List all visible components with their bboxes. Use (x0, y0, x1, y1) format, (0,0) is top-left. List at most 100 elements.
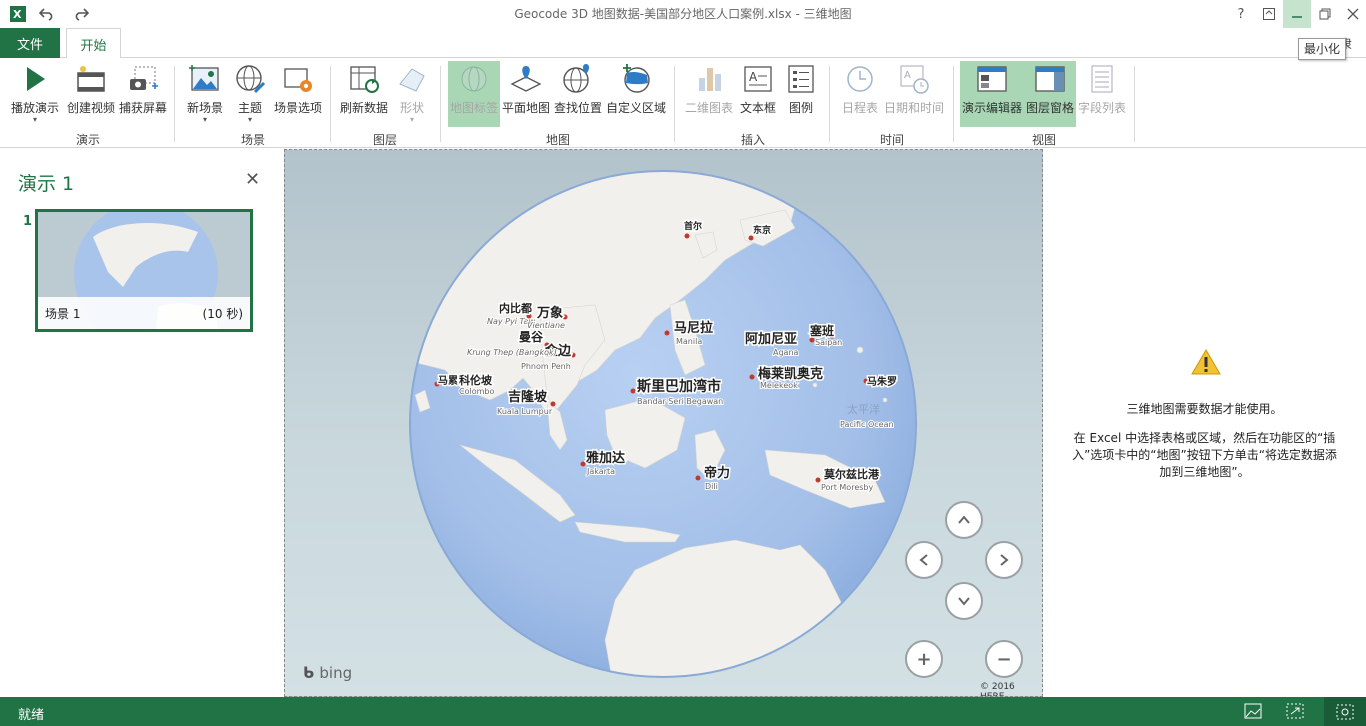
group-separator (1134, 66, 1135, 142)
tour-title: 演示 1 (18, 173, 75, 195)
capture-screen-label: 捕获屏幕 (118, 101, 167, 115)
map-label-en: Colombo (459, 387, 494, 396)
legend-button[interactable]: 图例 (781, 62, 821, 128)
find-location-button[interactable]: 查找位置 (552, 62, 604, 128)
redo-icon[interactable] (71, 4, 91, 24)
group-separator (330, 66, 331, 142)
scene-thumbnail[interactable]: 场景 1 (10 秒) (35, 209, 253, 332)
map-label-en: Saipan (815, 338, 842, 347)
group-separator (829, 66, 830, 142)
map-label-en: Vientiane (527, 321, 565, 330)
map-label: 吉隆坡 (508, 389, 548, 405)
pan-down-button[interactable] (945, 582, 983, 620)
tour-editor-button[interactable]: 演示编辑器 (960, 62, 1024, 128)
layer-pane-button[interactable]: 图层窗格 (1024, 62, 1076, 128)
map-label: 科伦坡 (459, 373, 493, 387)
dropdown-arrow-icon: ▾ (409, 115, 414, 124)
tab-home[interactable]: 开始 (66, 28, 121, 59)
play-tour-button[interactable]: 播放演示 ▾ (8, 62, 62, 128)
info-detail-message: 在 Excel 中选择表格或区域，然后在功能区的“插入”选项卡中的“地图”按钮下… (1072, 431, 1337, 479)
custom-regions-label: 自定义区域 (605, 101, 666, 115)
map-view-icon[interactable] (1243, 702, 1263, 720)
close-window-button[interactable] (1339, 0, 1366, 28)
legend-label: 图例 (788, 101, 813, 115)
ribbon-display-options-icon[interactable] (1255, 0, 1283, 28)
map-label: 莫尔兹比港 (823, 467, 880, 481)
chart-2d-label: 二维图表 (684, 101, 733, 115)
chart-2d-button[interactable]: 二维图表 (683, 62, 735, 128)
scene-duration: (10 秒) (202, 306, 243, 321)
legend-icon (784, 62, 818, 96)
map-canvas[interactable]: 首尔 东京 内比都 万象 曼谷 金边 马尼拉 阿加尼亚 塞班 梅莱凯奥克 科伦坡… (284, 149, 1043, 697)
layer-pane-icon (1033, 62, 1067, 96)
svg-text:A: A (904, 70, 911, 81)
refresh-data-label: 刷新数据 (339, 101, 388, 115)
ribbon: 播放演示 ▾ 创建视频 捕获屏幕 演示 新场景 ▾ 主题 ▾ 场景选项 场景 刷… (0, 58, 1366, 148)
new-scene-label: 新场景 (186, 101, 223, 115)
chevron-up-icon (958, 515, 970, 524)
map-labels-button[interactable]: 地图标签 (448, 62, 500, 128)
map-label-en: Phnom Penh (521, 362, 571, 371)
map-label: 马累 (438, 375, 458, 387)
help-button[interactable]: ? (1227, 0, 1255, 28)
tour-panel: 演示 1 ✕ 1 场景 1 (10 秒) (0, 149, 284, 697)
bing-text: bing (319, 664, 353, 682)
group-separator (440, 66, 441, 142)
globe: 首尔 东京 内比都 万象 曼谷 金边 马尼拉 阿加尼亚 塞班 梅莱凯奥克 科伦坡… (409, 170, 917, 678)
flat-map-button[interactable]: 平面地图 (500, 62, 552, 128)
flat-map-icon (509, 62, 543, 96)
map-copyright: © 2016 HERE (980, 682, 1015, 697)
zoom-out-button[interactable]: − (985, 640, 1023, 678)
group-separator (953, 66, 954, 142)
svg-text:A: A (749, 70, 758, 84)
full-screen-button[interactable] (1324, 697, 1366, 726)
map-label: 梅莱凯奥克 (758, 366, 823, 382)
pan-up-button[interactable] (945, 501, 983, 539)
flat-map-label: 平面地图 (501, 101, 550, 115)
map-labels-label: 地图标签 (449, 101, 498, 115)
full-screen-icon (1336, 704, 1354, 719)
date-time-icon: A (897, 62, 931, 96)
restore-button[interactable] (1311, 0, 1339, 28)
map-labels-icon (457, 62, 491, 96)
find-location-icon (561, 62, 595, 96)
field-list-button[interactable]: 字段列表 (1076, 62, 1128, 128)
tour-editor-icon (975, 62, 1009, 96)
undo-icon[interactable] (37, 4, 57, 24)
close-icon[interactable]: ✕ (245, 169, 260, 190)
timeline-button[interactable]: 日程表 (838, 62, 882, 128)
scene-options-button[interactable]: 场景选项 (272, 62, 324, 128)
custom-regions-icon (619, 62, 653, 96)
fit-view-icon[interactable] (1285, 702, 1305, 720)
text-box-button[interactable]: A 文本框 (737, 62, 779, 128)
map-label: 马朱罗 (867, 375, 897, 388)
pan-left-button[interactable] (905, 541, 943, 579)
create-video-button[interactable]: 创建视频 (64, 62, 118, 128)
excel-icon[interactable]: X (8, 4, 28, 24)
text-box-icon: A (741, 62, 775, 96)
capture-screen-button[interactable]: 捕获屏幕 (116, 62, 170, 128)
field-list-icon (1085, 62, 1119, 96)
map-label: 万象 (536, 305, 563, 321)
shapes-label: 形状 (399, 101, 424, 115)
date-time-button[interactable]: A 日期和时间 (882, 62, 946, 128)
new-scene-button[interactable]: 新场景 ▾ (180, 62, 230, 128)
tour-editor-label: 演示编辑器 (961, 101, 1022, 115)
status-text: 就绪 (18, 708, 45, 723)
themes-button[interactable]: 主题 ▾ (230, 62, 270, 128)
group-label-time: 时间 (879, 133, 904, 147)
app-window: X Geocode 3D 地图数据-美国部分地区人口案例.xlsx - 三维地图… (0, 0, 1366, 726)
window-title: Geocode 3D 地图数据-美国部分地区人口案例.xlsx - 三维地图 (514, 7, 852, 21)
map-label-en: Krung Thep (Bangkok) (467, 348, 557, 357)
custom-regions-button[interactable]: 自定义区域 (604, 62, 668, 128)
tab-file[interactable]: 文件 (0, 28, 60, 58)
zoom-in-button[interactable]: + (905, 640, 943, 678)
dropdown-arrow-icon: ▾ (202, 115, 207, 124)
pan-right-button[interactable] (985, 541, 1023, 579)
new-scene-icon (188, 62, 222, 96)
timeline-label: 日程表 (841, 101, 878, 115)
shapes-button[interactable]: 形状 ▾ (393, 62, 431, 128)
minimize-button[interactable] (1283, 0, 1311, 28)
dropdown-arrow-icon: ▾ (247, 115, 252, 124)
refresh-data-button[interactable]: 刷新数据 (337, 62, 391, 128)
